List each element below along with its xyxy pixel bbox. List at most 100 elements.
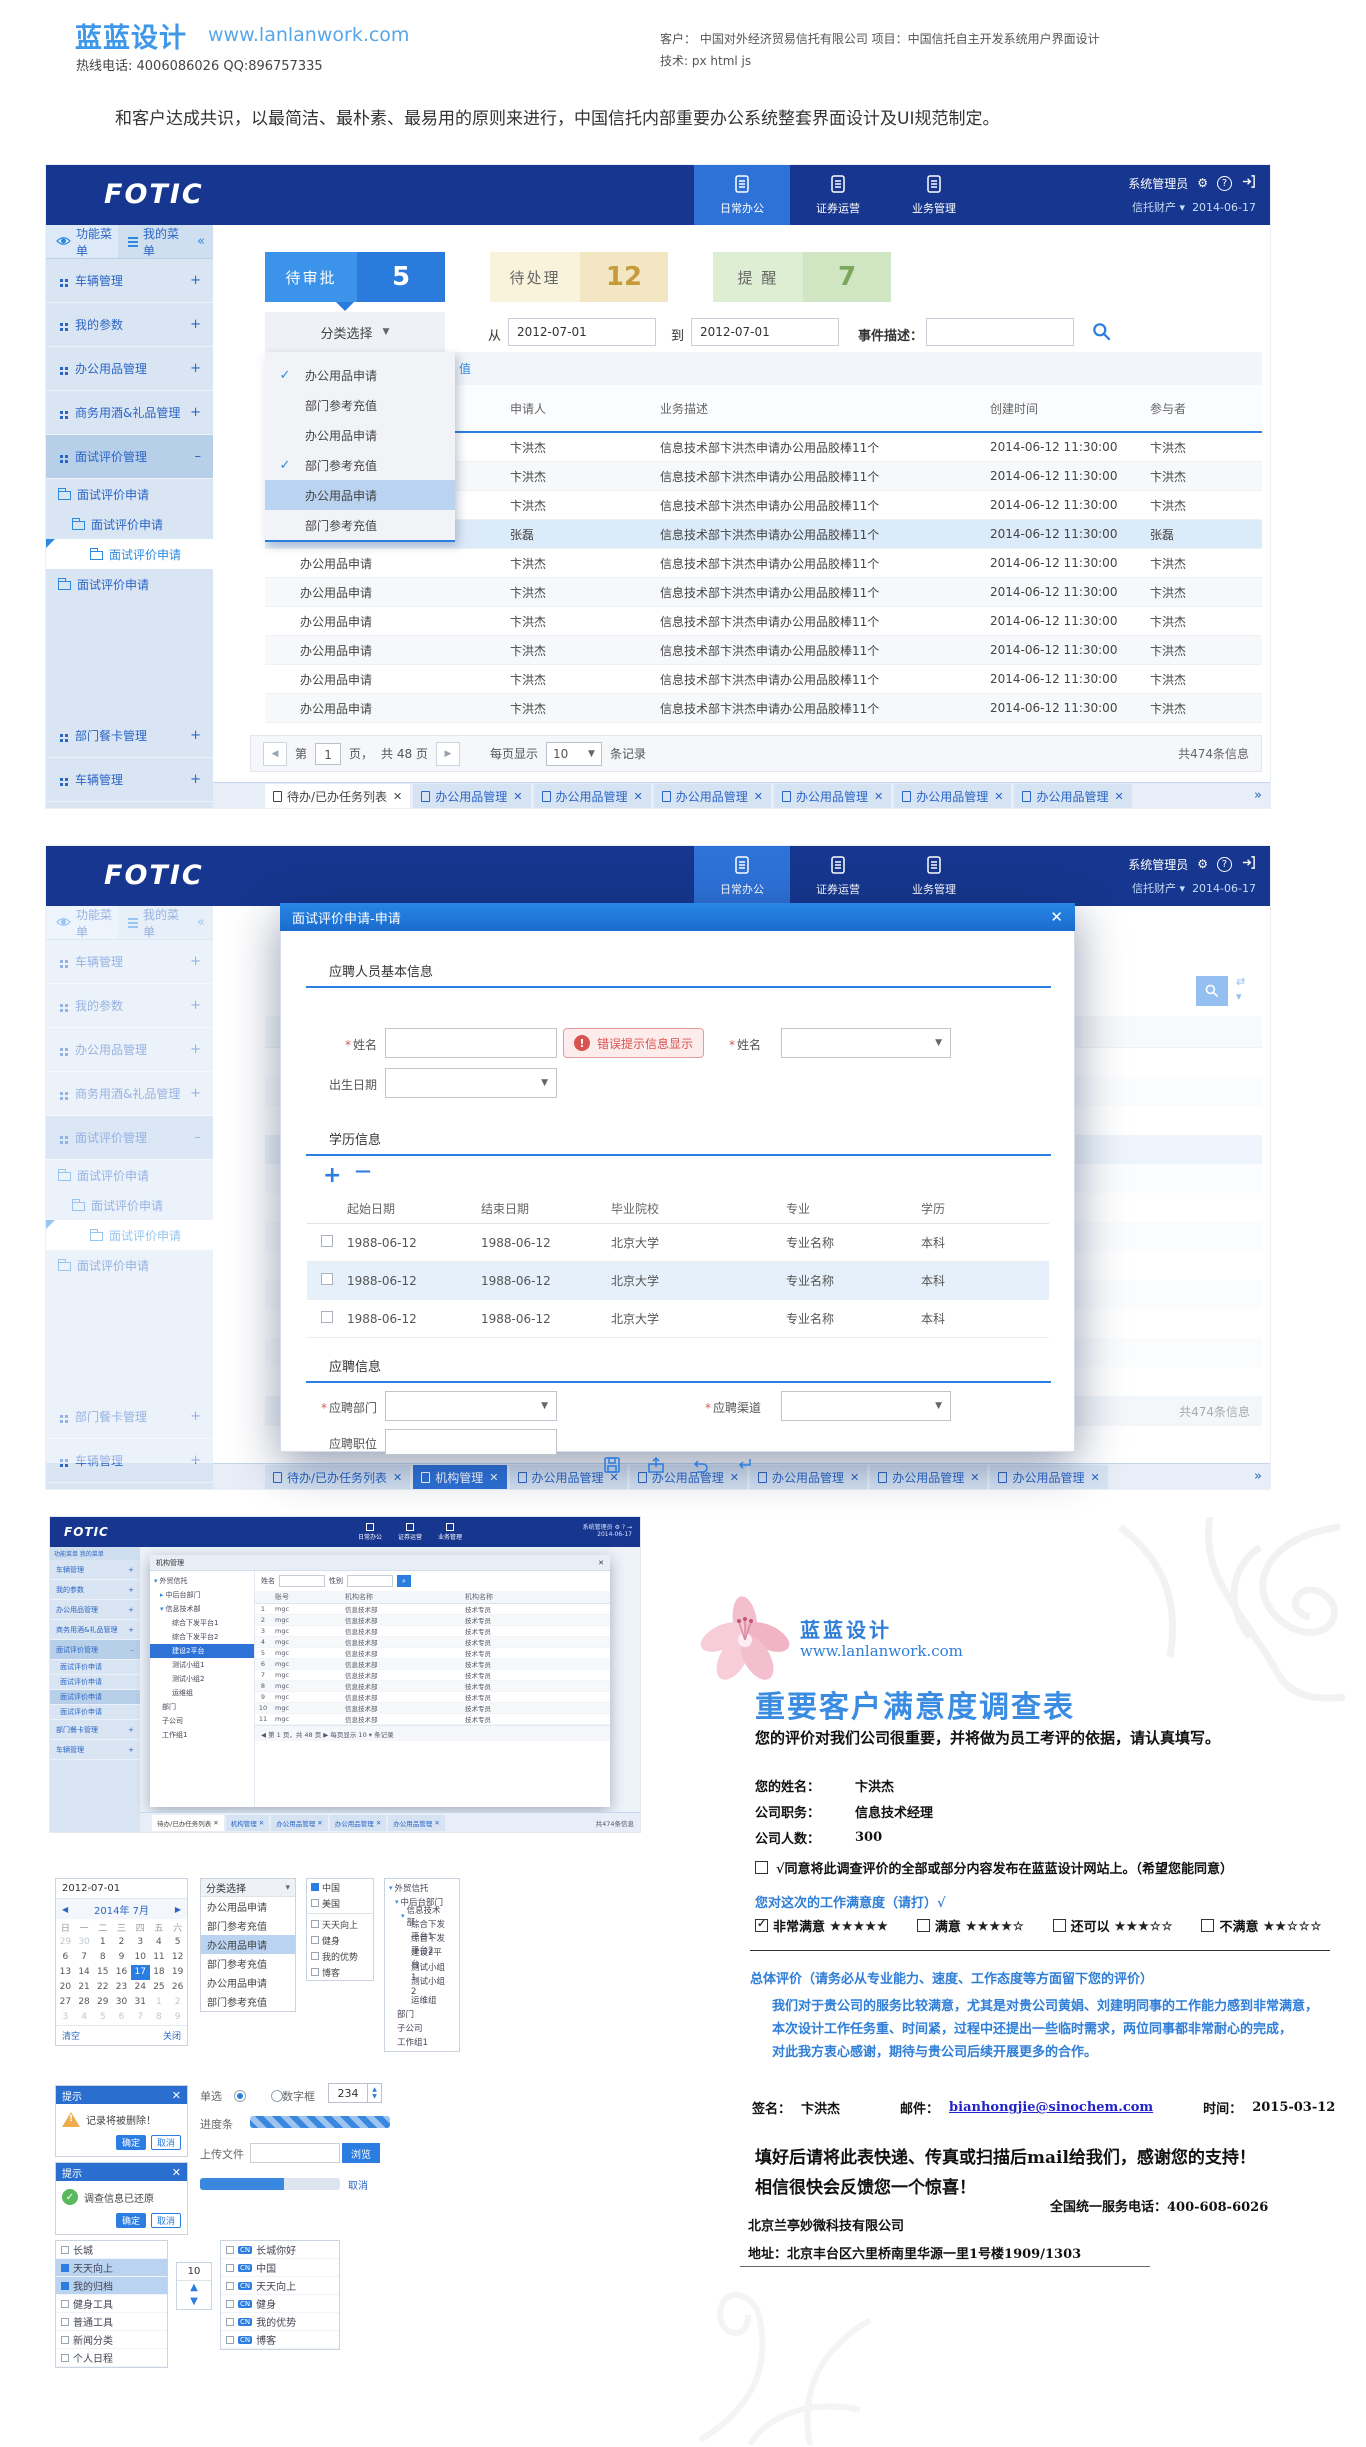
nav-item[interactable]: 证券运营 bbox=[390, 1517, 430, 1547]
nav-item[interactable]: 证券运营 bbox=[790, 846, 886, 906]
list-item[interactable]: 普通工具 bbox=[56, 2313, 167, 2331]
calendar-day[interactable]: 19 bbox=[168, 1965, 187, 1980]
list-item[interactable]: CN 长城你好 bbox=[221, 2241, 339, 2259]
sidebar-tab-my-menu[interactable]: 我的菜单 bbox=[118, 225, 190, 258]
date-to-input[interactable]: 2012-07-01 bbox=[691, 318, 839, 346]
tree-node[interactable]: 综合下发平台2 bbox=[150, 1630, 254, 1644]
checkbox[interactable] bbox=[61, 2282, 69, 2290]
calendar-close-link[interactable]: 关闭 bbox=[163, 2029, 181, 2042]
table-row[interactable]: 10 mgc 信息技术部 技术专员 bbox=[255, 1703, 610, 1714]
document-tab[interactable]: 机构管理 ✕ bbox=[226, 1815, 270, 1831]
checkbox[interactable] bbox=[61, 2300, 69, 2308]
prev-month-icon[interactable]: ◀ bbox=[62, 1905, 68, 1914]
calendar-clear-link[interactable]: 清空 bbox=[62, 2029, 80, 2042]
document-tab[interactable]: 办公用品管理 ✕ bbox=[1014, 784, 1131, 808]
save-icon[interactable] bbox=[602, 1455, 622, 1479]
checkbox[interactable] bbox=[311, 1936, 319, 1944]
ok-button[interactable]: 确定 bbox=[116, 2135, 146, 2150]
sidebar-item[interactable]: 商务用酒&礼品管理 + bbox=[46, 391, 213, 435]
list-item[interactable]: 新闻分类 bbox=[56, 2331, 167, 2349]
list-item[interactable]: 个人日程 bbox=[56, 2349, 167, 2367]
tree-node[interactable]: 工作组1 bbox=[385, 2035, 459, 2049]
site-url[interactable]: www.lanlanwork.com bbox=[208, 24, 409, 46]
calendar-day[interactable]: 2 bbox=[168, 1995, 187, 2010]
sidebar-item[interactable]: 面试评价申请 bbox=[50, 1705, 140, 1720]
selected-option[interactable]: 美国 bbox=[307, 1895, 373, 1911]
close-icon[interactable]: ✕ bbox=[1050, 908, 1063, 926]
checkbox[interactable] bbox=[311, 1899, 319, 1907]
calendar-day[interactable]: 11 bbox=[150, 1950, 169, 1965]
checkbox[interactable] bbox=[226, 2300, 234, 2308]
sidebar-item[interactable]: 办公用品管理 + bbox=[46, 347, 213, 391]
tree-node[interactable]: 部门 bbox=[150, 1700, 254, 1714]
rating-checkbox[interactable] bbox=[1201, 1919, 1214, 1932]
transfer-count[interactable]: 10 bbox=[177, 2263, 211, 2281]
col-created[interactable]: 创建时间 bbox=[975, 400, 1135, 417]
nav-item[interactable]: 业务管理 bbox=[886, 846, 982, 906]
calendar-value-input[interactable]: 2012-07-01 bbox=[56, 1879, 187, 1899]
expand-badge[interactable]: + bbox=[190, 728, 201, 743]
category-select[interactable]: 分类选择 ▼ bbox=[265, 312, 445, 352]
cancel-button[interactable]: 取消 bbox=[151, 2135, 181, 2150]
calendar-day[interactable]: 21 bbox=[75, 1980, 94, 1995]
upload-input[interactable] bbox=[250, 2143, 340, 2163]
expand-badge[interactable]: – bbox=[195, 449, 202, 464]
per-page-select[interactable]: 10▼ bbox=[546, 742, 602, 766]
more-tabs-icon[interactable]: » bbox=[1254, 1469, 1262, 1484]
calendar-month[interactable]: 2014年 7月 bbox=[94, 1902, 149, 1917]
table-row[interactable]: 办公用品申请 卞洪杰 信息技术部卞洪杰申请办公用品胶棒11个 2014-06-1… bbox=[265, 549, 1262, 578]
tree-item[interactable]: 面试评价申请 bbox=[46, 539, 213, 569]
sidebar-item[interactable]: 我的参数 + bbox=[46, 303, 213, 347]
col-applicant[interactable]: 申请人 bbox=[455, 400, 645, 417]
sidebar-item[interactable]: 面试评价管理– bbox=[50, 1640, 140, 1660]
option[interactable]: 健身 bbox=[307, 1932, 373, 1948]
checkbox[interactable] bbox=[61, 2264, 69, 2272]
sidebar-tabs[interactable]: 功能菜单 我的菜单 bbox=[50, 1547, 140, 1560]
calendar-day[interactable]: 29 bbox=[93, 1995, 112, 2010]
calendar-day[interactable]: 4 bbox=[75, 2010, 94, 2025]
document-tab[interactable]: 办公用品管理 ✕ bbox=[894, 784, 1011, 808]
calendar-day[interactable]: 7 bbox=[131, 2010, 150, 2025]
help-icon[interactable]: ? bbox=[1217, 176, 1232, 191]
document-tab[interactable]: 待办/已办任务列表 ✕ bbox=[265, 784, 410, 808]
calendar-day[interactable]: 18 bbox=[150, 1965, 169, 1980]
list-item[interactable]: CN 中国 bbox=[221, 2259, 339, 2277]
expand-badge[interactable]: + bbox=[190, 273, 201, 288]
cancel-button[interactable]: 取消 bbox=[151, 2213, 181, 2228]
sidebar-tab-function-menu[interactable]: 功能菜单 bbox=[46, 225, 118, 258]
col-school[interactable]: 毕业院校 bbox=[611, 1200, 786, 1217]
checkbox[interactable] bbox=[226, 2336, 234, 2344]
dropdown-item[interactable]: ✓ 部门参考充值 bbox=[265, 510, 455, 540]
position-input[interactable] bbox=[385, 1429, 557, 1455]
dropdown-item[interactable]: ✓ 部门参考充值 bbox=[265, 390, 455, 420]
tree-node[interactable]: 工作组1 bbox=[150, 1728, 254, 1742]
dropdown-item[interactable]: ✓ 办公用品申请 bbox=[265, 420, 455, 450]
birth-select[interactable]: ▼ bbox=[385, 1068, 557, 1098]
email-link[interactable]: bianhongjie@sinochem.com bbox=[949, 2100, 1153, 2115]
calendar-day[interactable]: 1 bbox=[150, 1995, 169, 2010]
dept-select[interactable]: ▼ bbox=[385, 1391, 557, 1421]
calendar-day[interactable]: 24 bbox=[131, 1980, 150, 1995]
ok-button[interactable]: 确定 bbox=[116, 2213, 146, 2228]
expand-badge[interactable]: + bbox=[190, 772, 201, 787]
tree-item[interactable]: 面试评价申请 bbox=[46, 509, 213, 539]
row-checkbox[interactable] bbox=[321, 1273, 333, 1285]
table-row[interactable]: 办公用品申请 卞洪杰 信息技术部卞洪杰申请办公用品胶棒11个 2014-06-1… bbox=[265, 694, 1262, 723]
search-button[interactable]: ⌕ bbox=[397, 1575, 411, 1587]
nav-item[interactable]: 日常办公 bbox=[350, 1517, 390, 1547]
rating-checkbox[interactable] bbox=[755, 1919, 768, 1932]
tree-node[interactable]: 运维组 bbox=[385, 1993, 459, 2007]
col-participant[interactable]: 参与者 bbox=[1135, 400, 1262, 417]
calendar-day[interactable]: 9 bbox=[168, 2010, 187, 2025]
calendar-day[interactable]: 6 bbox=[112, 2010, 131, 2025]
sidebar-item[interactable]: 车辆管理+ bbox=[50, 1560, 140, 1580]
name2-select[interactable]: ▼ bbox=[781, 1028, 951, 1058]
logout-icon[interactable] bbox=[1241, 174, 1256, 192]
close-icon[interactable]: ✕ bbox=[513, 790, 522, 803]
education-row[interactable]: 1988-06-12 1988-06-12 北京大学 专业名称 本科 bbox=[307, 1224, 1049, 1262]
option[interactable]: 博客 bbox=[307, 1964, 373, 1980]
calendar-day[interactable]: 27 bbox=[56, 1995, 75, 2010]
document-tab[interactable]: 办公用品管理 ✕ bbox=[774, 784, 891, 808]
checkbox[interactable] bbox=[311, 1968, 319, 1976]
col-degree[interactable]: 学历 bbox=[921, 1200, 1049, 1217]
